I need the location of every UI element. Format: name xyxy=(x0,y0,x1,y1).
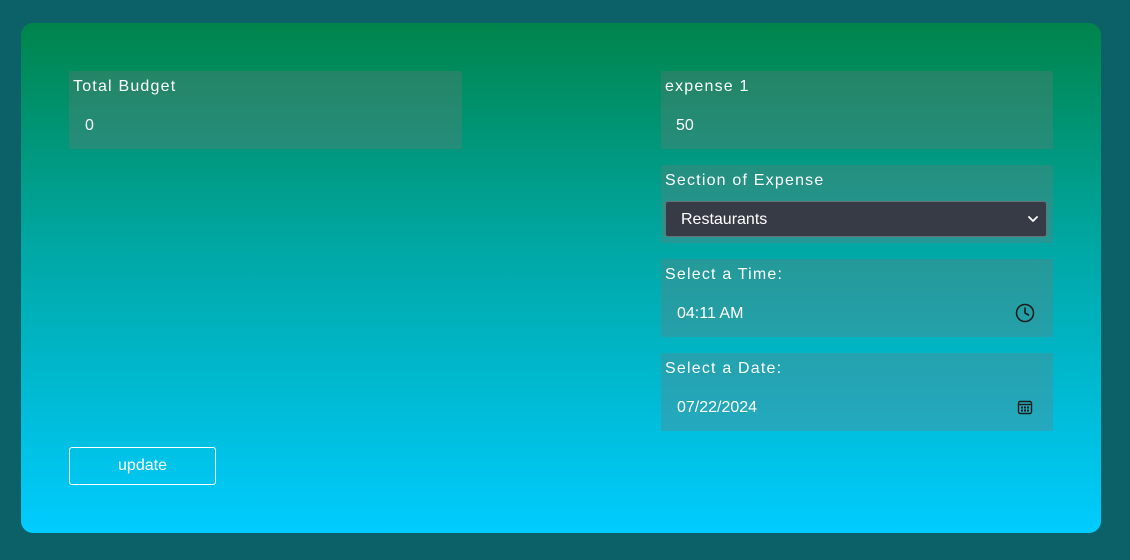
expense-section-label: Section of Expense xyxy=(665,172,825,189)
date-group: Select a Date: 07/22/2024 xyxy=(661,353,1053,431)
time-label: Select a Time: xyxy=(665,266,784,283)
expense-label: expense 1 xyxy=(665,78,750,95)
expense-group: expense 1 50 xyxy=(661,71,1053,149)
total-budget-input[interactable]: 0 xyxy=(85,117,94,135)
expense-section-group: Section of Expense Restaurants xyxy=(661,165,1053,243)
budget-form-card: Total Budget 0 expense 1 50 Section of E… xyxy=(21,23,1101,533)
expense-section-select[interactable]: Restaurants xyxy=(665,201,1047,237)
update-button[interactable]: update xyxy=(69,447,216,485)
chevron-down-icon xyxy=(1028,216,1038,222)
time-group: Select a Time: 04:11 AM xyxy=(661,259,1053,337)
date-label: Select a Date: xyxy=(665,360,783,377)
expense-input[interactable]: 50 xyxy=(676,117,694,135)
total-budget-label: Total Budget xyxy=(73,78,177,95)
expense-section-selected: Restaurants xyxy=(681,211,768,228)
time-input[interactable]: 04:11 AM xyxy=(677,305,743,323)
date-input[interactable]: 07/22/2024 xyxy=(677,399,757,417)
calendar-icon[interactable] xyxy=(1017,399,1033,415)
clock-icon[interactable] xyxy=(1015,303,1035,323)
total-budget-group: Total Budget 0 xyxy=(69,71,462,149)
